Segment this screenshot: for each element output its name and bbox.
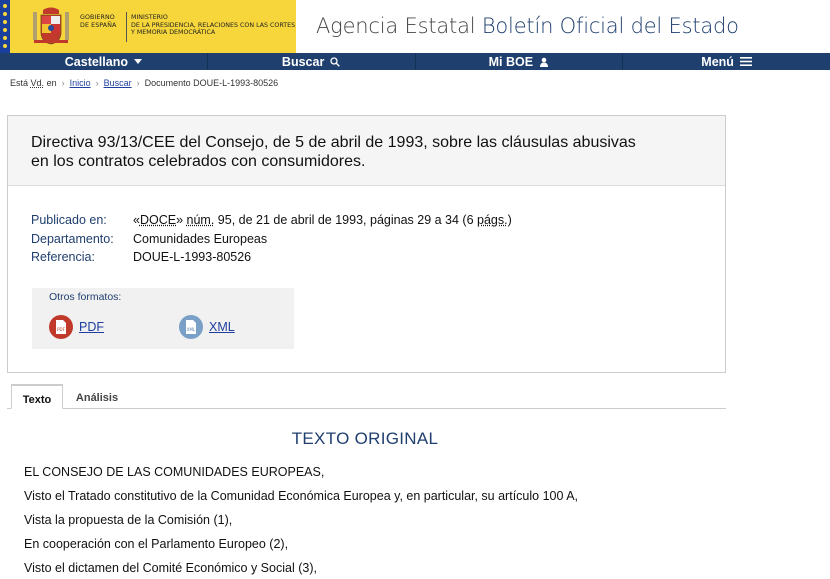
search-nav-item[interactable]: Buscar — [208, 53, 416, 70]
body-paragraph: En cooperación con el Parlamento Europeo… — [24, 537, 289, 551]
department-label: Departamento: — [31, 231, 114, 246]
document-metadata: Publicado en: «DOCE» núm. 95, de 21 de a… — [31, 211, 512, 267]
document-summary-box: Directiva 93/13/CEE del Consejo, de 5 de… — [7, 115, 726, 373]
breadcrumb-separator-icon: › — [61, 78, 65, 88]
pags-abbr[interactable]: págs. — [477, 213, 508, 227]
pdf-icon: PDF — [49, 315, 73, 339]
site-header: GOBIERNO DE ESPAÑA MINISTERIO DE LA PRES… — [0, 0, 830, 53]
tab-texto[interactable]: Texto — [11, 384, 63, 409]
body-paragraph: Visto el dictamen del Comité Económico y… — [24, 561, 317, 575]
tab-analisis[interactable]: Análisis — [73, 384, 121, 409]
department-value: Comunidades Europeas — [133, 231, 268, 246]
main-navbar: Castellano Buscar Mi BOE Menú — [0, 53, 830, 70]
ministry-label: MINISTERIO DE LA PRESIDENCIA, RELACIONES… — [131, 14, 296, 36]
xml-link[interactable]: XML — [209, 320, 235, 334]
document-title-line: Directiva 93/13/CEE del Consejo, de 5 de… — [31, 134, 636, 151]
mi-boe-label: Mi BOE — [488, 54, 534, 69]
document-title: Directiva 93/13/CEE del Consejo, de 5 de… — [8, 116, 725, 186]
published-row: Publicado en: «DOCE» núm. 95, de 21 de a… — [31, 211, 512, 230]
published-label: Publicado en: — [31, 213, 107, 227]
mi-boe-nav-item[interactable]: Mi BOE — [416, 53, 624, 70]
reference-row: Referencia: DOUE-L-1993-80526 — [31, 248, 512, 267]
department-row: Departamento: Comunidades Europeas — [31, 230, 512, 249]
pdf-link[interactable]: PDF — [79, 320, 104, 334]
logo-divider — [126, 12, 127, 42]
government-label: GOBIERNO DE ESPAÑA — [80, 14, 117, 29]
pdf-download[interactable]: PDF PDF — [49, 315, 104, 339]
other-formats-title: Otros formatos: — [49, 291, 122, 303]
language-selector[interactable]: Castellano — [0, 53, 208, 70]
caret-down-icon — [133, 59, 142, 64]
government-logo-block[interactable]: GOBIERNO DE ESPAÑA MINISTERIO DE LA PRES… — [0, 0, 296, 53]
doce-abbr[interactable]: DOCE — [140, 213, 176, 227]
breadcrumb-home-link[interactable]: Inicio — [70, 78, 91, 92]
original-text-heading: TEXTO ORIGINAL — [291, 429, 439, 448]
body-paragraph: Vista la propuesta de la Comisión (1), — [24, 513, 233, 527]
breadcrumb: Está Vd. en › Inicio › Buscar › Document… — [0, 70, 830, 92]
search-icon — [330, 56, 341, 67]
breadcrumb-separator-icon: › — [95, 78, 99, 88]
xml-icon: XML — [179, 315, 203, 339]
hamburger-icon — [739, 57, 752, 66]
body-paragraph: EL CONSEJO DE LAS COMUNIDADES EUROPEAS, — [24, 465, 325, 479]
eu-flag-strip — [0, 0, 10, 53]
breadcrumb-separator-icon: › — [136, 78, 140, 88]
agency-title[interactable]: Agencia Estatal Boletín Oficial del Esta… — [316, 14, 739, 38]
reference-label: Referencia: — [31, 250, 95, 264]
document-title-line: en los contratos celebrados con consumid… — [31, 153, 366, 170]
other-formats-panel: Otros formatos: PDF PDF XML XML — [32, 288, 294, 349]
svg-text:XML: XML — [187, 327, 196, 332]
search-nav-label: Buscar — [281, 54, 325, 69]
coat-of-arms-icon — [33, 7, 69, 45]
menu-label: Menú — [701, 54, 734, 69]
content-tabs: Texto Análisis — [7, 384, 726, 409]
language-label: Castellano — [64, 54, 128, 69]
menu-nav-item[interactable]: Menú — [623, 53, 830, 70]
agency-title-highlight: Boletín Oficial del Estado — [481, 14, 739, 38]
published-value: «DOCE» núm. 95, de 21 de abril de 1993, … — [133, 213, 512, 227]
breadcrumb-search-link[interactable]: Buscar — [104, 78, 132, 92]
num-abbr[interactable]: núm. — [187, 213, 215, 227]
body-paragraph: Visto el Tratado constitutivo de la Comu… — [24, 489, 579, 503]
breadcrumb-current: Documento DOUE-L-1993-80526 — [144, 78, 279, 88]
user-icon — [539, 57, 549, 67]
agency-title-plain: Agencia Estatal — [316, 14, 476, 38]
reference-value: DOUE-L-1993-80526 — [133, 250, 252, 264]
svg-text:PDF: PDF — [57, 327, 65, 332]
xml-download[interactable]: XML XML — [179, 315, 235, 339]
breadcrumb-prefix: Está Vd. en — [10, 78, 57, 88]
